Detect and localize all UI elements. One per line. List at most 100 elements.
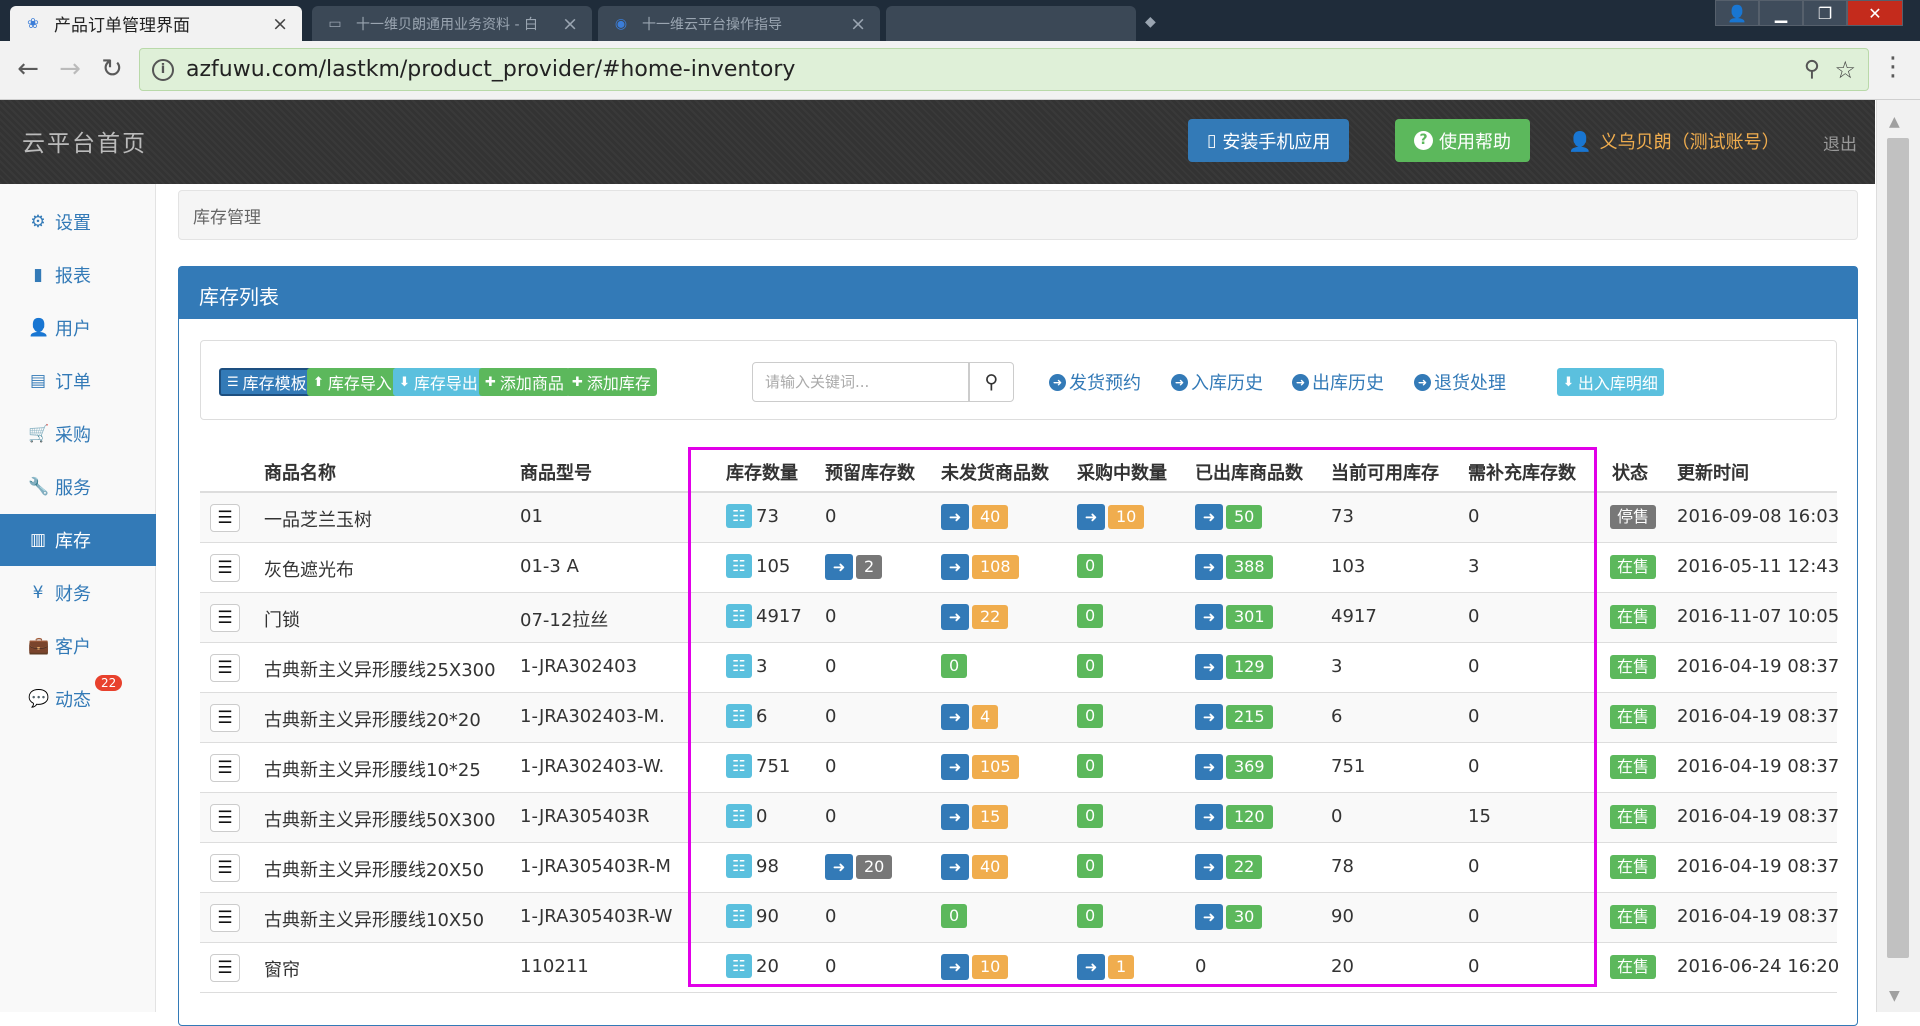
col-reserved[interactable]: 预留库存数 [825, 459, 915, 485]
unshipped-badge[interactable]: 40 [972, 855, 1009, 879]
url-text[interactable]: azfuwu.com/lastkm/product_provider/#home… [186, 57, 795, 82]
arrow-circle-icon[interactable]: ➜ [1195, 554, 1223, 580]
arrow-circle-icon[interactable]: ➜ [1195, 704, 1223, 730]
table-icon[interactable]: ☷ [726, 954, 752, 978]
shipped-badge[interactable]: 22 [1226, 855, 1263, 879]
zoom-icon[interactable]: ⚲ [1804, 57, 1820, 82]
arrow-circle-icon[interactable]: ➜ [941, 954, 969, 980]
unshipped-badge[interactable]: 15 [972, 805, 1009, 829]
row-menu-icon[interactable]: ☰ [210, 954, 240, 982]
arrow-circle-icon[interactable]: ➜ [1195, 754, 1223, 780]
table-icon[interactable]: ☷ [726, 504, 752, 528]
col-status[interactable]: 状态 [1612, 459, 1648, 485]
outbound-history-link[interactable]: ➜ 出库历史 [1292, 369, 1384, 395]
back-arrow-icon[interactable]: ← [10, 51, 46, 87]
search-input[interactable] [752, 362, 969, 402]
row-menu-icon[interactable]: ☰ [210, 754, 240, 782]
row-menu-icon[interactable]: ☰ [210, 904, 240, 932]
purchasing-badge[interactable]: 0 [1077, 754, 1104, 778]
product-name[interactable]: 窗帘 [264, 956, 300, 982]
purchasing-badge[interactable]: 0 [1077, 854, 1104, 878]
arrow-circle-icon[interactable]: ➜ [825, 554, 853, 580]
add-stock-button[interactable]: ✚ 添加库存 [566, 368, 657, 396]
sidebar-item[interactable]: ▤ 订单 [0, 355, 156, 407]
arrow-circle-icon[interactable]: ➜ [1077, 504, 1105, 530]
product-name[interactable]: 古典新主义异形腰线25X300 [264, 656, 496, 682]
row-menu-icon[interactable]: ☰ [210, 504, 240, 532]
install-app-button[interactable]: ▯ 安装手机应用 [1188, 119, 1350, 162]
arrow-circle-icon[interactable]: ➜ [941, 504, 969, 530]
arrow-circle-icon[interactable]: ➜ [825, 854, 853, 880]
table-icon[interactable]: ☷ [726, 904, 752, 928]
arrow-circle-icon[interactable]: ➜ [1195, 504, 1223, 530]
sidebar-item[interactable]: 💼 客户 [0, 620, 156, 672]
reload-icon[interactable]: ↻ [94, 51, 130, 87]
arrow-circle-icon[interactable]: ➜ [941, 604, 969, 630]
brand-home-link[interactable]: 云平台首页 [22, 124, 147, 158]
purchasing-badge[interactable]: 0 [1077, 654, 1104, 678]
unshipped-badge[interactable]: 0 [941, 654, 968, 678]
import-button[interactable]: ⬆ 库存导入 [307, 368, 398, 396]
product-name[interactable]: 古典新主义异形腰线20*20 [264, 706, 481, 732]
arrow-circle-icon[interactable]: ➜ [1195, 654, 1223, 680]
search-button[interactable]: ⚲ [969, 362, 1014, 402]
col-unshipped[interactable]: 未发货商品数 [941, 459, 1049, 485]
purchasing-badge[interactable]: 0 [1077, 604, 1104, 628]
col-shipped[interactable]: 已出库商品数 [1195, 459, 1303, 485]
export-button[interactable]: ⬇ 库存导出 [393, 368, 484, 396]
product-name[interactable]: 古典新主义异形腰线50X300 [264, 806, 496, 832]
row-menu-icon[interactable]: ☰ [210, 554, 240, 582]
inbound-history-link[interactable]: ➜ 入库历史 [1171, 369, 1263, 395]
logout-link[interactable]: 退出 [1823, 130, 1857, 155]
shipped-badge[interactable]: 301 [1226, 605, 1273, 629]
table-icon[interactable]: ☷ [726, 604, 752, 628]
arrow-circle-icon[interactable]: ➜ [1195, 804, 1223, 830]
reserved-badge[interactable]: 2 [856, 555, 883, 579]
sidebar-item[interactable]: ⚙ 设置 [0, 196, 156, 248]
sidebar-item[interactable]: 💬 动态 22 [0, 673, 156, 725]
user-menu[interactable]: 👤 义乌贝朗（测试账号） [1568, 128, 1780, 154]
row-menu-icon[interactable]: ☰ [210, 654, 240, 682]
unshipped-badge[interactable]: 105 [972, 755, 1019, 779]
inout-detail-button[interactable]: ⬇ 出入库明细 [1557, 368, 1664, 396]
arrow-circle-icon[interactable]: ➜ [941, 804, 969, 830]
table-icon[interactable]: ☷ [726, 704, 752, 728]
col-purchasing[interactable]: 采购中数量 [1077, 459, 1167, 485]
browser-tab-3[interactable]: ◉ 十一维云平台操作指导 × [598, 6, 880, 41]
tab-close-icon[interactable]: × [850, 13, 866, 35]
unshipped-badge[interactable]: 0 [941, 904, 968, 928]
unshipped-badge[interactable]: 40 [972, 505, 1009, 529]
arrow-circle-icon[interactable]: ➜ [941, 754, 969, 780]
unshipped-badge[interactable]: 4 [972, 705, 999, 729]
reserved-badge[interactable]: 20 [856, 855, 893, 879]
browser-tab-2[interactable]: ▭ 十一维贝朗通用业务资料 - 白 × [312, 6, 592, 41]
product-name[interactable]: 古典新主义异形腰线10*25 [264, 756, 481, 782]
info-icon[interactable]: i [152, 58, 174, 81]
table-icon[interactable]: ☷ [726, 854, 752, 878]
row-menu-icon[interactable]: ☰ [210, 804, 240, 832]
table-icon[interactable]: ☷ [726, 754, 752, 778]
window-close-icon[interactable]: ✕ [1847, 0, 1903, 26]
forward-arrow-icon[interactable]: → [52, 51, 88, 87]
shipped-badge[interactable]: 369 [1226, 755, 1273, 779]
return-processing-link[interactable]: ➜ 退货处理 [1414, 369, 1506, 395]
product-name[interactable]: 灰色遮光布 [264, 556, 354, 582]
product-name[interactable]: 门锁 [264, 606, 300, 632]
inventory-template-button[interactable]: ☰ 库存模板 [219, 368, 315, 396]
shipped-badge[interactable]: 388 [1226, 555, 1273, 579]
purchasing-badge[interactable]: 1 [1108, 955, 1135, 979]
scroll-down-icon[interactable]: ▼ [1889, 988, 1900, 1004]
shipped-badge[interactable]: 50 [1226, 505, 1263, 529]
help-button[interactable]: ? 使用帮助 [1395, 119, 1530, 162]
col-replenish[interactable]: 需补充库存数 [1468, 459, 1576, 485]
bookmark-star-icon[interactable]: ☆ [1834, 56, 1856, 84]
sidebar-item[interactable]: ¥ 财务 [0, 567, 156, 619]
col-name[interactable]: 商品名称 [264, 459, 336, 485]
col-available[interactable]: 当前可用库存 [1331, 459, 1439, 485]
row-menu-icon[interactable]: ☰ [210, 704, 240, 732]
profile-icon[interactable]: 👤 [1715, 0, 1759, 26]
shipped-badge[interactable]: 30 [1226, 905, 1263, 929]
sidebar-item[interactable]: ▮ 报表 [0, 249, 156, 301]
arrow-circle-icon[interactable]: ➜ [1077, 954, 1105, 980]
product-name[interactable]: 一品芝兰玉树 [264, 506, 372, 532]
